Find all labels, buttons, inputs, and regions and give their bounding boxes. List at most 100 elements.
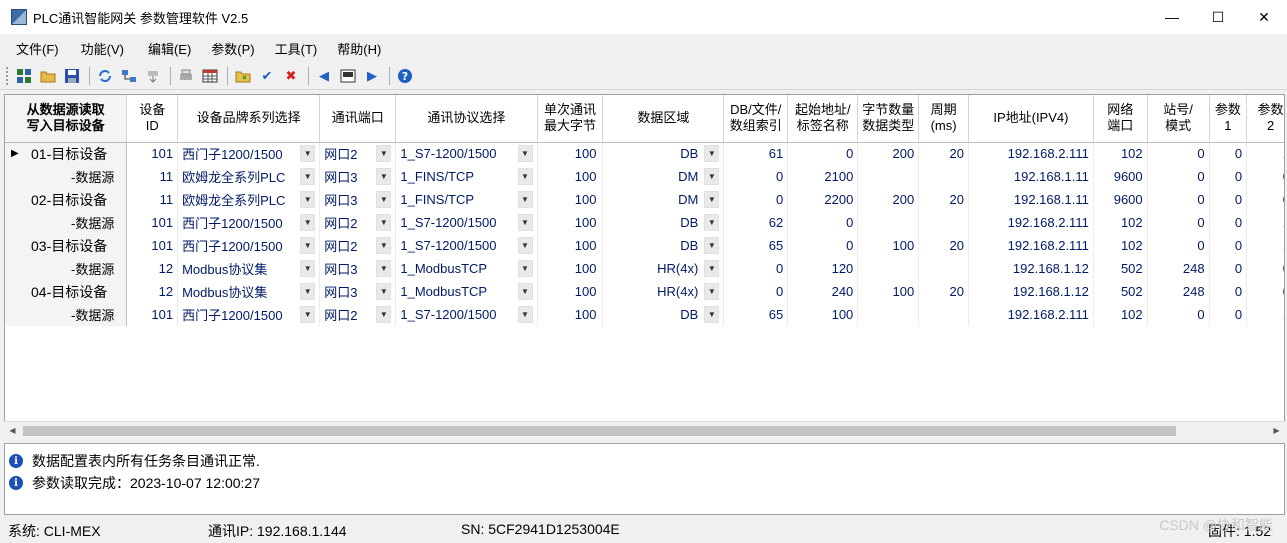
cycle-cell[interactable] (918, 211, 969, 234)
scroll-right-icon[interactable]: ▶ (1268, 422, 1285, 439)
byte-count-cell[interactable]: 200 (857, 188, 920, 211)
source-row[interactable]: -数据源 101 西门子1200/1500 ▼ 网口2 ▼ 1_S7-1200/1500 ▼ 1… (5, 303, 1284, 326)
dropdown-arrow-icon[interactable]: ▼ (704, 214, 720, 231)
brand-cell[interactable]: 西门子1200/1500 ▼ (177, 142, 321, 165)
brand-cell[interactable]: Modbus协议集 ▼ (177, 257, 321, 280)
print-icon[interactable] (175, 65, 197, 87)
net-port-cell[interactable]: 502 (1093, 280, 1148, 303)
protocol-cell[interactable]: 1_S7-1200/1500 ▼ (395, 211, 538, 234)
cycle-cell[interactable] (918, 165, 969, 188)
protocol-cell[interactable]: 1_S7-1200/1500 ▼ (395, 234, 538, 257)
menu-file[interactable]: 文件(F) (6, 39, 69, 58)
menu-edit[interactable]: 编辑(E) (138, 39, 201, 58)
device-id-cell[interactable]: 101 (126, 234, 179, 257)
refresh-icon[interactable] (94, 65, 116, 87)
brand-cell[interactable]: 欧姆龙全系列PLC ▼ (177, 188, 321, 211)
menu-parameters[interactable]: 参数(P) (201, 39, 264, 58)
param-1-cell[interactable]: 0 (1209, 211, 1248, 234)
station-cell[interactable]: 0 (1147, 188, 1210, 211)
dropdown-arrow-icon[interactable]: ▼ (376, 191, 392, 208)
param-2-cell[interactable]: 1 (1246, 211, 1284, 234)
minimize-button[interactable]: — (1149, 0, 1195, 34)
port-cell-combo[interactable]: 网口2 ▼ (324, 305, 392, 324)
byte-count-cell[interactable]: 200 (857, 142, 920, 165)
db-index-cell[interactable]: 62 (723, 211, 789, 234)
brand-cell-combo[interactable]: 西门子1200/1500 ▼ (182, 305, 316, 324)
port-cell-combo[interactable]: 网口3 ▼ (324, 167, 392, 186)
param-1-cell[interactable]: 0 (1209, 303, 1248, 326)
data-area-cell-combo[interactable]: HR(4x) ▼ (607, 260, 720, 277)
brand-cell[interactable]: Modbus协议集 ▼ (177, 280, 321, 303)
param-2-cell[interactable]: 0 (1246, 165, 1284, 188)
protocol-cell-combo[interactable]: 1_S7-1200/1500 ▼ (400, 237, 533, 254)
start-address-cell[interactable]: 100 (787, 303, 859, 326)
port-cell[interactable]: 网口2 ▼ (319, 211, 397, 234)
data-area-cell[interactable]: DB ▼ (602, 234, 725, 257)
device-id-cell[interactable]: 101 (126, 142, 179, 165)
param-1-cell[interactable]: 0 (1209, 234, 1248, 257)
port-cell-combo[interactable]: 网口2 ▼ (324, 144, 392, 163)
prev-icon[interactable]: ◀ (313, 65, 335, 87)
device-id-cell[interactable]: 11 (126, 188, 179, 211)
protocol-cell[interactable]: 1_S7-1200/1500 ▼ (395, 303, 538, 326)
data-area-cell[interactable]: DM ▼ (602, 188, 725, 211)
ip-cell[interactable]: 192.168.2.111 (968, 142, 1094, 165)
brand-cell-combo[interactable]: 西门子1200/1500 ▼ (182, 236, 316, 255)
max-bytes-cell[interactable]: 100 (537, 280, 604, 303)
dropdown-arrow-icon[interactable]: ▼ (376, 237, 392, 254)
close-button[interactable]: ✕ (1241, 0, 1287, 34)
db-index-cell[interactable]: 0 (723, 280, 789, 303)
dropdown-arrow-icon[interactable]: ▼ (300, 306, 316, 323)
dropdown-arrow-icon[interactable]: ▼ (300, 260, 316, 277)
header-byte-count[interactable]: 字节数量 数据类型 (857, 95, 920, 143)
dropdown-arrow-icon[interactable]: ▼ (300, 214, 316, 231)
horizontal-scrollbar[interactable]: ◀ ▶ (4, 421, 1285, 439)
qc-icon[interactable] (337, 65, 359, 87)
ip-cell[interactable]: 192.168.1.11 (968, 188, 1094, 211)
dropdown-arrow-icon[interactable]: ▼ (517, 214, 533, 231)
dropdown-arrow-icon[interactable]: ▼ (517, 191, 533, 208)
device-id-cell[interactable]: 12 (126, 257, 179, 280)
port-cell[interactable]: 网口3 ▼ (319, 188, 397, 211)
scroll-track[interactable] (21, 422, 1268, 439)
data-area-cell-combo[interactable]: DB ▼ (607, 145, 720, 163)
cycle-cell[interactable] (918, 303, 969, 326)
protocol-cell-combo[interactable]: 1_S7-1200/1500 ▼ (400, 214, 533, 231)
net-port-cell[interactable]: 9600 (1093, 165, 1148, 188)
cycle-cell[interactable]: 20 (918, 142, 969, 165)
dropdown-arrow-icon[interactable]: ▼ (517, 306, 533, 323)
protocol-cell-combo[interactable]: 1_ModbusTCP ▼ (400, 283, 533, 300)
target-device-row[interactable]: 02-目标设备 11 欧姆龙全系列PLC ▼ 网口3 ▼ 1_FINS/TCP ▼ 100 DM ▼… (5, 188, 1284, 211)
param-1-cell[interactable]: 0 (1209, 280, 1248, 303)
param-2-cell[interactable]: 0 (1246, 188, 1284, 211)
header-db-index[interactable]: DB/文件/数组索引 (723, 95, 789, 143)
port-cell-combo[interactable]: 网口3 ▼ (324, 282, 392, 301)
table-icon[interactable] (199, 65, 221, 87)
protocol-cell-combo[interactable]: 1_S7-1200/1500 ▼ (400, 306, 533, 323)
network-icon[interactable] (118, 65, 140, 87)
row-header[interactable]: -数据源 (5, 257, 128, 280)
maximize-button[interactable]: ☐ (1195, 0, 1241, 34)
row-header[interactable]: -数据源 (5, 211, 128, 234)
data-area-cell[interactable]: DB ▼ (602, 142, 725, 165)
menu-help[interactable]: 帮助(H) (327, 39, 391, 58)
byte-count-cell[interactable] (857, 211, 920, 234)
max-bytes-cell[interactable]: 100 (537, 211, 604, 234)
delete-icon[interactable]: ✖ (280, 65, 302, 87)
dropdown-arrow-icon[interactable]: ▼ (704, 306, 720, 323)
ip-cell[interactable]: 192.168.1.12 (968, 257, 1094, 280)
brand-cell-combo[interactable]: Modbus协议集 ▼ (182, 282, 316, 301)
param-1-cell[interactable]: 0 (1209, 188, 1248, 211)
max-bytes-cell[interactable]: 100 (537, 257, 604, 280)
cycle-cell[interactable]: 20 (918, 188, 969, 211)
db-index-cell[interactable]: 65 (723, 234, 789, 257)
max-bytes-cell[interactable]: 100 (537, 234, 604, 257)
station-cell[interactable]: 0 (1147, 211, 1210, 234)
source-row[interactable]: -数据源 11 欧姆龙全系列PLC ▼ 网口3 ▼ 1_FINS/TCP ▼ 100 DM ▼ 0 21… (5, 165, 1284, 188)
param-2-cell[interactable]: 1 (1246, 234, 1284, 257)
brand-cell[interactable]: 西门子1200/1500 ▼ (177, 303, 321, 326)
param-1-cell[interactable]: 0 (1209, 257, 1248, 280)
param-2-cell[interactable]: 0 (1246, 280, 1284, 303)
db-index-cell[interactable]: 0 (723, 188, 789, 211)
db-index-cell[interactable]: 65 (723, 303, 789, 326)
